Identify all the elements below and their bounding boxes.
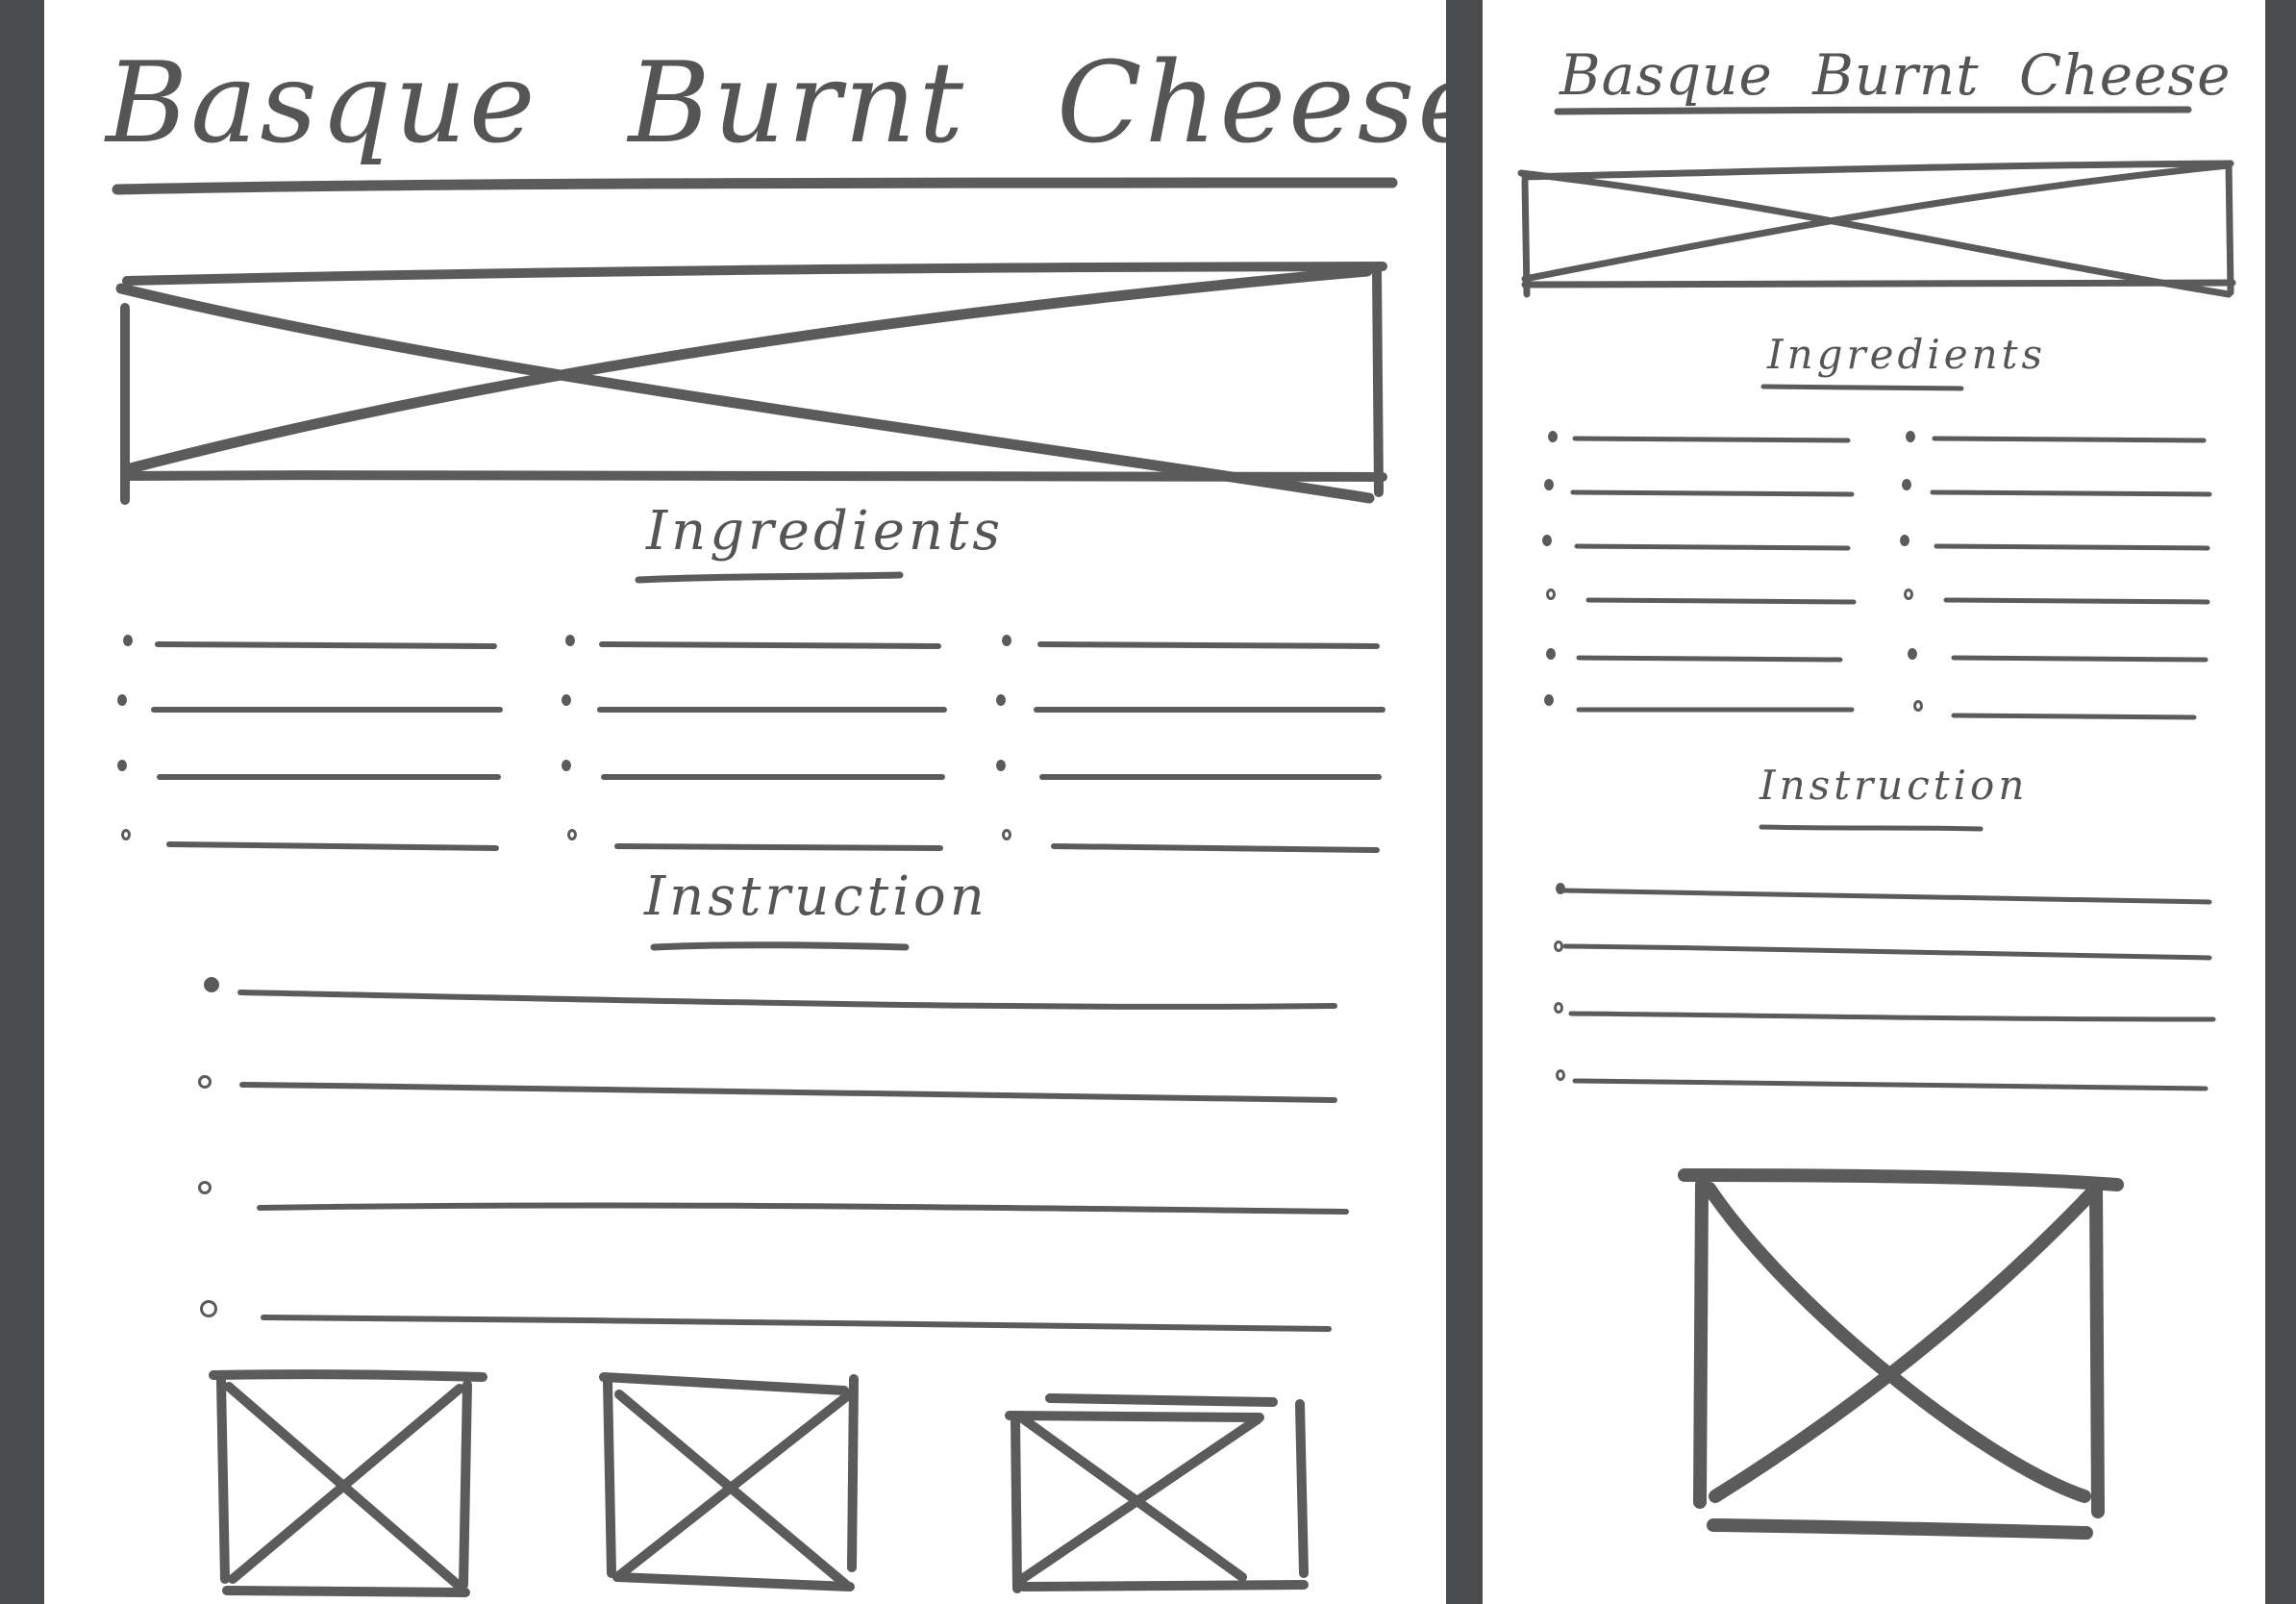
ingredients-underline [635, 571, 904, 584]
bullet [1908, 648, 1917, 660]
gallery-image-placeholder-3 [1005, 1393, 1309, 1593]
bullet [1548, 431, 1558, 442]
mobile-instruction-steps [1560, 888, 2216, 1091]
bullet [1906, 431, 1915, 442]
bullet [1544, 479, 1554, 490]
bullet [562, 694, 571, 706]
bullet [198, 1181, 212, 1194]
bullet [1554, 940, 1563, 952]
bullet [1556, 1069, 1565, 1081]
gallery-image-placeholder-2 [599, 1372, 859, 1591]
bullet [1554, 1002, 1563, 1014]
mobile-ingredients-heading: Ingredients [1767, 331, 2047, 378]
desktop-wireframe: Basque Burnt Cheese Cake [44, 0, 1446, 1604]
instruction-underline [650, 941, 910, 951]
ingredients-column-3 [1034, 641, 1385, 853]
bullet [562, 760, 571, 771]
ingredients-column-1 [151, 641, 503, 851]
mobile-hero-image-placeholder [1517, 160, 2236, 298]
mobile-ingredients-underline [1760, 384, 1964, 391]
bullet [121, 829, 131, 840]
mobile-title-underline [1554, 106, 2192, 115]
bullet [1902, 479, 1911, 490]
bullet [996, 760, 1006, 771]
bullet [1904, 589, 1913, 600]
mobile-ingredients-column-2 [1930, 436, 2212, 720]
instruction-steps [237, 990, 1349, 1332]
bullet [996, 694, 1006, 706]
hero-image-placeholder [115, 262, 1387, 505]
bullet [200, 1300, 217, 1317]
bullet [1544, 694, 1554, 706]
instructions-heading: Instruction [644, 865, 988, 928]
ingredients-heading: Ingredients [646, 500, 1005, 563]
bullet [1900, 535, 1909, 546]
bullet [1913, 700, 1923, 712]
bullet [1002, 635, 1011, 646]
bullet [1546, 648, 1556, 660]
mobile-bottom-image-placeholder [1678, 1168, 2124, 1540]
bullet [204, 977, 219, 992]
bullet [117, 760, 127, 771]
title-underline [112, 177, 1398, 195]
mobile-instructions-heading: Instruction [1759, 762, 2029, 809]
bullet [117, 694, 127, 706]
bullet [567, 829, 577, 840]
bullet [1002, 829, 1011, 840]
bullet [123, 635, 133, 646]
bullet [1546, 589, 1556, 600]
mobile-instruction-underline [1759, 824, 1984, 832]
bullet [565, 635, 575, 646]
ingredients-column-2 [597, 641, 947, 851]
mobile-wireframe: Basque Burnt Cheese Cake [1483, 0, 2265, 1604]
mobile-ingredients-column-1 [1570, 436, 1857, 713]
bullet [1556, 883, 1565, 894]
desktop-sketch-lines [112, 177, 1398, 1597]
bullet [198, 1075, 212, 1089]
bullet [1542, 535, 1552, 546]
gallery-image-placeholder-1 [209, 1369, 487, 1597]
